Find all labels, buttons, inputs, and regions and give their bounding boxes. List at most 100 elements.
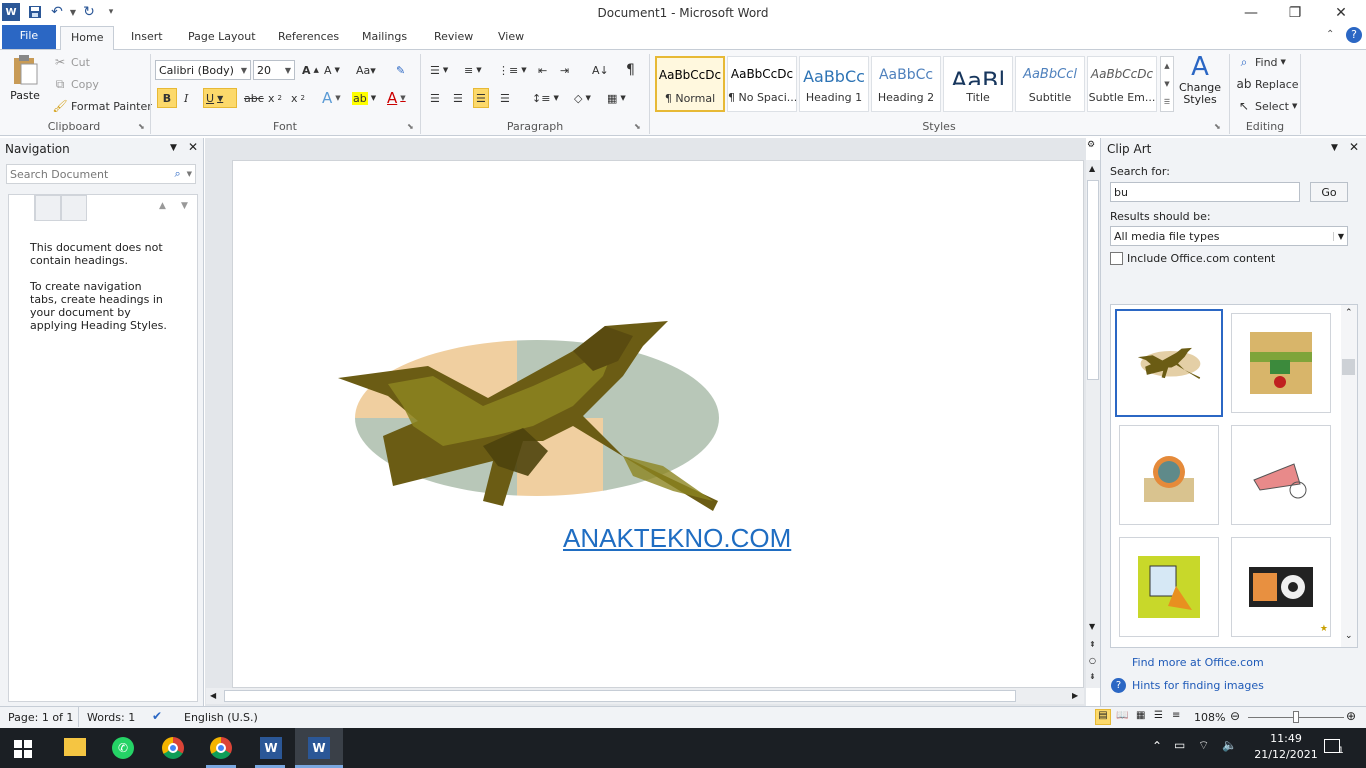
style-tile-1[interactable]: AaBbCcDc ¶ Normal xyxy=(655,56,725,112)
word-count[interactable]: Words: 1 xyxy=(87,711,135,724)
scroll-up-icon[interactable]: ⌃ xyxy=(1345,308,1353,318)
word-taskbar-icon[interactable]: W xyxy=(260,737,282,759)
include-office-checkbox[interactable] xyxy=(1110,252,1123,265)
find-button[interactable]: ⌕ Find ▼ xyxy=(1234,52,1288,72)
print-layout-icon[interactable]: ▤ xyxy=(1095,709,1111,725)
go-button[interactable]: Go xyxy=(1310,182,1348,202)
decrease-indent-icon[interactable]: ⇤ xyxy=(536,60,549,80)
superscript-button[interactable]: x2 xyxy=(289,88,307,108)
document-link-text[interactable]: ANAKTEKNO.COM xyxy=(563,523,791,554)
document-page[interactable]: ANAKTEKNO.COM xyxy=(232,160,1084,688)
styles-scroll[interactable]: ▲ ▼ ☰ xyxy=(1160,56,1174,112)
font-launcher-icon[interactable]: ⬊ xyxy=(407,122,414,131)
h-scroll-thumb[interactable] xyxy=(224,690,1016,702)
select-browse-object-icon[interactable]: ○ xyxy=(1089,656,1096,665)
numbering-icon[interactable]: ≡ ▼ xyxy=(462,60,484,80)
page-count[interactable]: Page: 1 of 1 xyxy=(8,711,73,724)
styles-launcher-icon[interactable]: ⬊ xyxy=(1214,122,1221,131)
show-marks-icon[interactable]: ¶ xyxy=(624,60,637,80)
style-tile-2[interactable]: AaBbCcDc ¶ No Spaci... xyxy=(727,56,797,112)
zoom-in-icon[interactable]: ⊕ xyxy=(1346,709,1356,723)
format-painter-button[interactable]: 🖌 Format Painter xyxy=(50,96,154,116)
tab-page-layout[interactable]: Page Layout xyxy=(178,26,266,50)
web-layout-icon[interactable]: ▦ xyxy=(1136,710,1145,721)
close-button[interactable]: ✕ xyxy=(1318,0,1364,26)
horizontal-scrollbar[interactable]: ◀ ▶ xyxy=(206,688,1084,704)
strikethrough-button[interactable]: abc xyxy=(242,88,266,108)
show-hidden-icons-icon[interactable]: ⌃ xyxy=(1152,739,1162,753)
search-document-input[interactable]: Search Document ⌕ ▼ xyxy=(6,164,196,184)
previous-page-icon[interactable]: ⇞ xyxy=(1089,640,1096,649)
chrome-icon[interactable] xyxy=(162,737,184,759)
clip-result-jet[interactable] xyxy=(1115,309,1223,417)
sort-icon[interactable]: A↓ xyxy=(590,60,611,80)
close-pane-icon[interactable]: ✕ xyxy=(188,140,198,154)
windows-start-icon[interactable] xyxy=(14,740,32,761)
multilevel-list-icon[interactable]: ⋮≡ ▼ xyxy=(496,60,529,80)
font-name-field[interactable]: Calibri (Body) ▼ xyxy=(155,60,251,80)
wifi-icon[interactable]: ⌔ xyxy=(1198,738,1209,753)
tab-headings[interactable] xyxy=(9,195,35,221)
style-tile-4[interactable]: AaBbCc Heading 2 xyxy=(871,56,941,112)
scroll-down-icon[interactable]: ⌄ xyxy=(1345,631,1353,641)
bold-button[interactable]: B xyxy=(157,88,177,108)
italic-button[interactable]: I xyxy=(182,88,190,108)
copy-button[interactable]: ⧉ Copy xyxy=(50,74,101,94)
tab-pages[interactable] xyxy=(35,195,61,221)
font-color-icon[interactable]: A ▼ xyxy=(385,88,408,108)
font-size-field[interactable]: 20 ▼ xyxy=(253,60,295,80)
minimize-ribbon-icon[interactable]: ⌃ xyxy=(1326,29,1334,40)
clipboard-launcher-icon[interactable]: ⬊ xyxy=(138,122,145,131)
clip-scrollbar[interactable]: ⌃ ⌄ xyxy=(1341,305,1357,647)
help-icon[interactable]: ? xyxy=(1346,27,1362,43)
shading-icon[interactable]: ◇ ▼ xyxy=(572,88,593,108)
paste-button[interactable]: Paste xyxy=(6,54,44,114)
zoom-slider-handle[interactable] xyxy=(1293,711,1299,723)
tab-mailings[interactable]: Mailings xyxy=(352,26,417,50)
change-case-button[interactable]: Aa▾ xyxy=(354,60,378,80)
clock-time[interactable]: 11:49 xyxy=(1258,732,1314,745)
clock-date[interactable]: 21/12/2021 xyxy=(1250,748,1322,761)
whatsapp-icon[interactable]: ✆ xyxy=(112,737,134,759)
scroll-left-icon[interactable]: ◀ xyxy=(210,691,216,700)
tab-insert[interactable]: Insert xyxy=(121,26,173,50)
highlight-icon[interactable]: ab ▼ xyxy=(350,88,378,108)
clip-result-computer[interactable] xyxy=(1119,537,1219,637)
scroll-up-icon[interactable]: ▲ xyxy=(1089,164,1095,173)
clip-result-gears[interactable]: ★ xyxy=(1231,537,1331,637)
borders-icon[interactable]: ▦ ▼ xyxy=(605,88,628,108)
tab-home[interactable]: Home xyxy=(60,26,115,52)
media-type-select[interactable]: All media file types ▼ xyxy=(1110,226,1348,246)
text-effects-icon[interactable]: A ▼ xyxy=(320,88,343,108)
scroll-thumb[interactable] xyxy=(1087,180,1099,380)
style-tile-3[interactable]: AaBbCc Heading 1 xyxy=(799,56,869,112)
pane-options-icon[interactable]: ▼ xyxy=(1331,143,1338,153)
style-tile-6[interactable]: AaBbCcl Subtitle xyxy=(1015,56,1085,112)
outline-icon[interactable]: ☰ xyxy=(1154,710,1163,721)
zoom-level[interactable]: 108% xyxy=(1194,711,1225,724)
draft-icon[interactable]: ≡ xyxy=(1172,710,1180,721)
close-pane-icon[interactable]: ✕ xyxy=(1349,140,1359,154)
next-icon[interactable]: ▼ xyxy=(181,201,188,211)
minimize-button[interactable]: — xyxy=(1228,0,1274,26)
line-spacing-icon[interactable]: ↕≡ ▼ xyxy=(530,88,561,108)
find-more-link[interactable]: Find more at Office.com xyxy=(1132,656,1264,669)
subscript-button[interactable]: x2 xyxy=(266,88,284,108)
style-tile-7[interactable]: AaBbCcDc Subtle Em... xyxy=(1087,56,1157,112)
word-active-tab[interactable]: W xyxy=(295,728,343,768)
volume-icon[interactable]: 🔈 xyxy=(1222,738,1237,752)
tab-file[interactable]: File xyxy=(2,25,56,49)
paragraph-launcher-icon[interactable]: ⬊ xyxy=(634,122,641,131)
clip-scroll-thumb[interactable] xyxy=(1342,359,1355,375)
battery-icon[interactable]: ▭ xyxy=(1174,738,1185,752)
ruler-toggle-icon[interactable]: ⚙ xyxy=(1087,140,1095,150)
previous-icon[interactable]: ▲ xyxy=(159,201,166,211)
fighter-jet-clipart[interactable] xyxy=(333,316,723,511)
zoom-out-icon[interactable]: ⊖ xyxy=(1230,709,1240,723)
clip-result-clock[interactable] xyxy=(1119,425,1219,525)
vertical-scrollbar[interactable]: ⚙ ▲ ▼ ⇞ ○ ⇟ xyxy=(1086,140,1100,688)
tab-view[interactable]: View xyxy=(488,26,534,50)
tab-review[interactable]: Review xyxy=(424,26,483,50)
clip-result-farm[interactable] xyxy=(1231,313,1331,413)
chrome-profile-icon[interactable] xyxy=(210,737,232,759)
